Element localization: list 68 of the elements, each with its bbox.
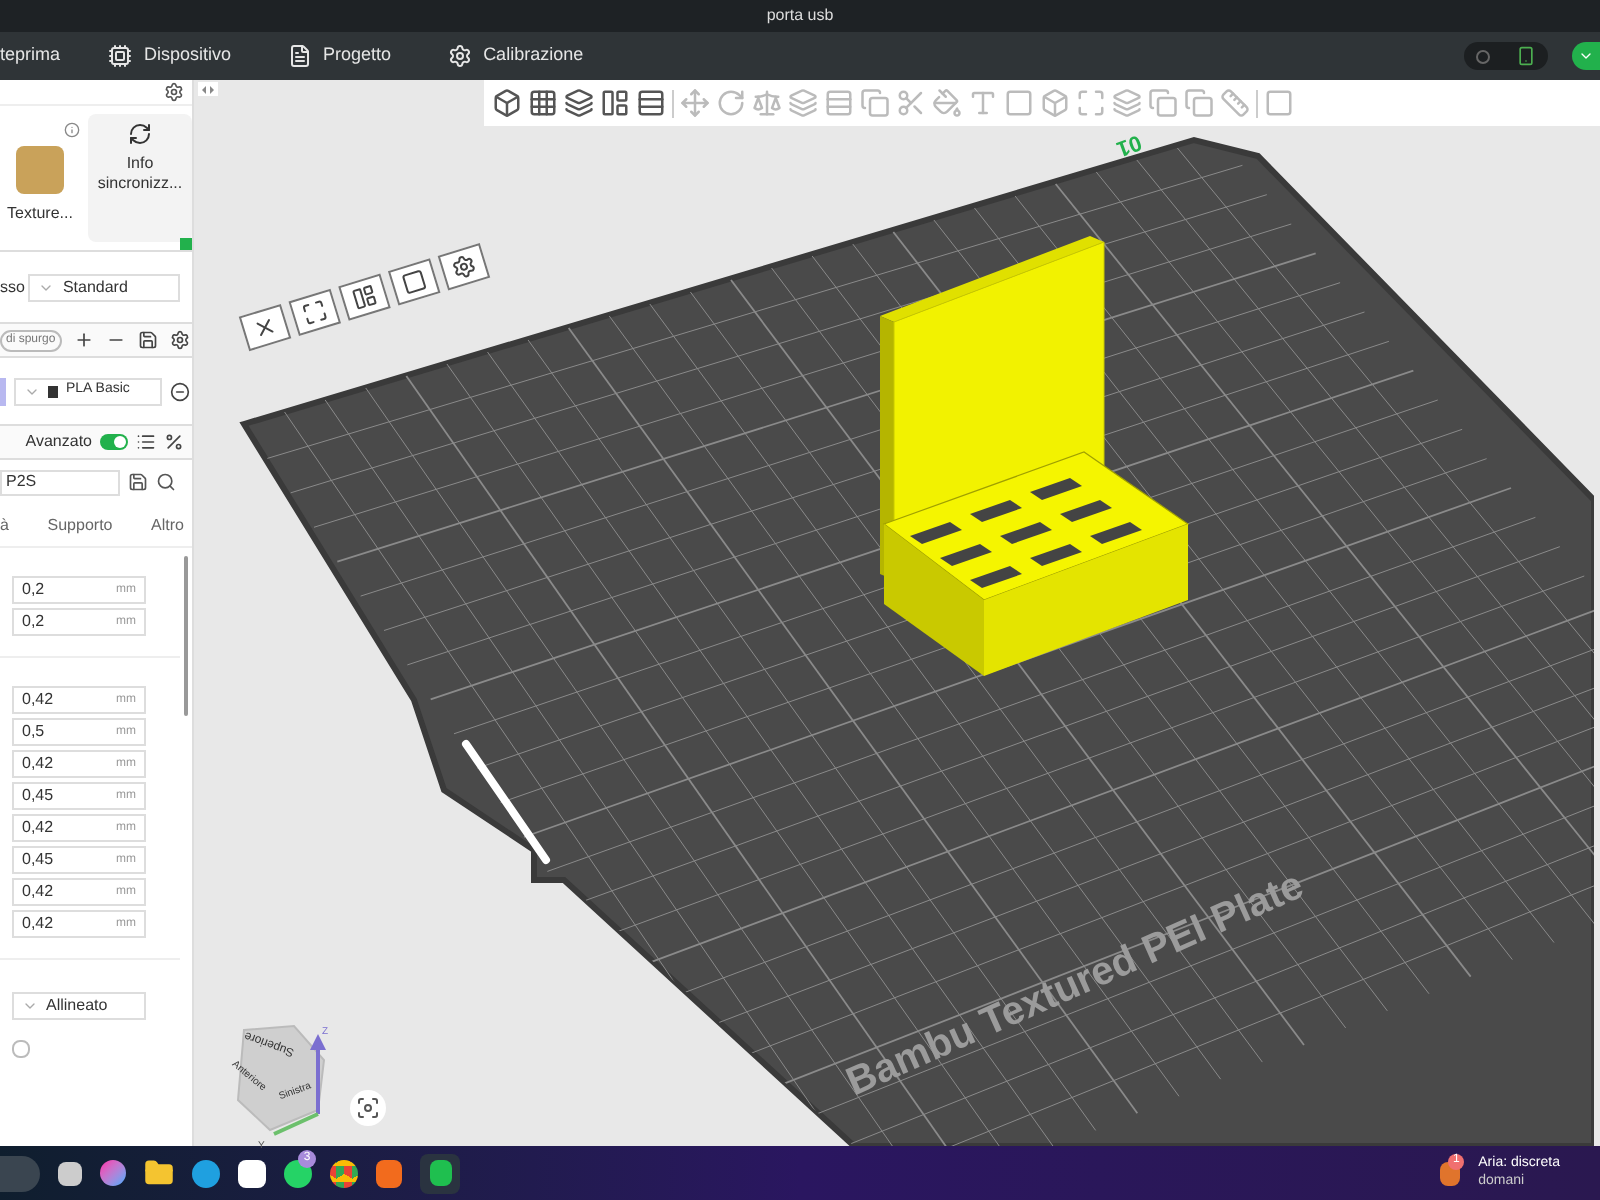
texture-swatch xyxy=(16,146,64,194)
window-title: porta usb xyxy=(766,4,834,28)
add-icon[interactable] xyxy=(73,330,94,350)
field-value: 0,2 xyxy=(22,578,45,602)
remove-icon[interactable] xyxy=(170,381,190,401)
corner-marker xyxy=(180,238,192,250)
settings-tab[interactable]: Altro xyxy=(151,513,184,537)
settings-tab[interactable]: à xyxy=(0,513,9,537)
cube-icon[interactable] xyxy=(492,88,522,118)
toggle-pill[interactable] xyxy=(1464,42,1548,70)
settings-icon xyxy=(447,44,472,68)
app-icon[interactable] xyxy=(376,1159,402,1187)
process-dropdown[interactable]: Standard xyxy=(28,273,181,301)
field-value: 0,42 xyxy=(22,880,54,904)
save-icon[interactable] xyxy=(137,330,158,350)
sync-icon xyxy=(128,122,152,146)
collapse-icon[interactable] xyxy=(198,82,218,96)
app-icon[interactable] xyxy=(420,1153,460,1193)
field-value: 0,42 xyxy=(22,912,54,936)
dropdown-button[interactable] xyxy=(1572,42,1600,70)
plate-type: Texture... xyxy=(7,202,73,226)
color-swatch xyxy=(0,377,6,405)
chevron-icon xyxy=(22,998,38,1014)
process-preset: Standard xyxy=(62,275,128,299)
square-icon[interactable] xyxy=(387,258,441,306)
field-value: 0,45 xyxy=(22,784,54,808)
menu-tab[interactable]: Progetto xyxy=(287,42,392,70)
percent-icon[interactable] xyxy=(164,432,184,452)
settings-icon[interactable] xyxy=(169,330,190,350)
layout-icon[interactable] xyxy=(600,88,630,118)
sync-card[interactable]: Info sincronizz... xyxy=(88,114,192,242)
settings-tab[interactable]: Supporto xyxy=(47,513,113,537)
menu-tab[interactable]: teprima xyxy=(0,42,61,70)
spool-icon xyxy=(48,385,58,397)
device-icon xyxy=(1515,46,1536,66)
field-value: 0,45 xyxy=(22,848,54,872)
grid-icon[interactable] xyxy=(528,88,558,118)
save-icon[interactable] xyxy=(128,472,148,492)
plate-number: 01 xyxy=(1113,129,1145,161)
advanced-label: Avanzato xyxy=(25,430,92,454)
preset-field[interactable]: P2S xyxy=(0,469,120,495)
advanced-toggle[interactable] xyxy=(100,434,128,450)
chevron-icon xyxy=(1578,48,1594,64)
plate-card[interactable]: Texture... xyxy=(0,114,80,242)
layout-icon[interactable] xyxy=(338,273,391,321)
field-value: 0,42 xyxy=(22,752,54,776)
search-icon[interactable] xyxy=(156,472,176,492)
list-icon[interactable] xyxy=(136,432,156,452)
menu-tab[interactable]: Calibrazione xyxy=(447,42,584,70)
fit-view-button[interactable] xyxy=(350,1090,386,1126)
document-icon xyxy=(287,44,312,68)
target-icon xyxy=(1476,49,1491,63)
process-label: sso xyxy=(0,275,25,299)
checkbox[interactable] xyxy=(12,1040,30,1058)
field-value: 0,42 xyxy=(22,816,54,840)
field-value: 0,5 xyxy=(22,720,45,744)
info-icon xyxy=(64,122,80,138)
seam-dropdown[interactable]: Allineato xyxy=(12,992,146,1020)
focus-icon xyxy=(356,1096,380,1120)
rows-icon[interactable] xyxy=(636,88,666,118)
settings-icon[interactable] xyxy=(164,82,184,102)
seam-value: Allineato xyxy=(46,994,108,1018)
folder-icon[interactable] xyxy=(144,1158,174,1188)
maximize-icon[interactable] xyxy=(288,288,342,336)
layers-icon[interactable] xyxy=(564,88,594,118)
menu-tab[interactable]: Dispositivo xyxy=(108,42,232,70)
field-value: 0,2 xyxy=(22,610,45,634)
field-value: 0,42 xyxy=(22,688,54,712)
